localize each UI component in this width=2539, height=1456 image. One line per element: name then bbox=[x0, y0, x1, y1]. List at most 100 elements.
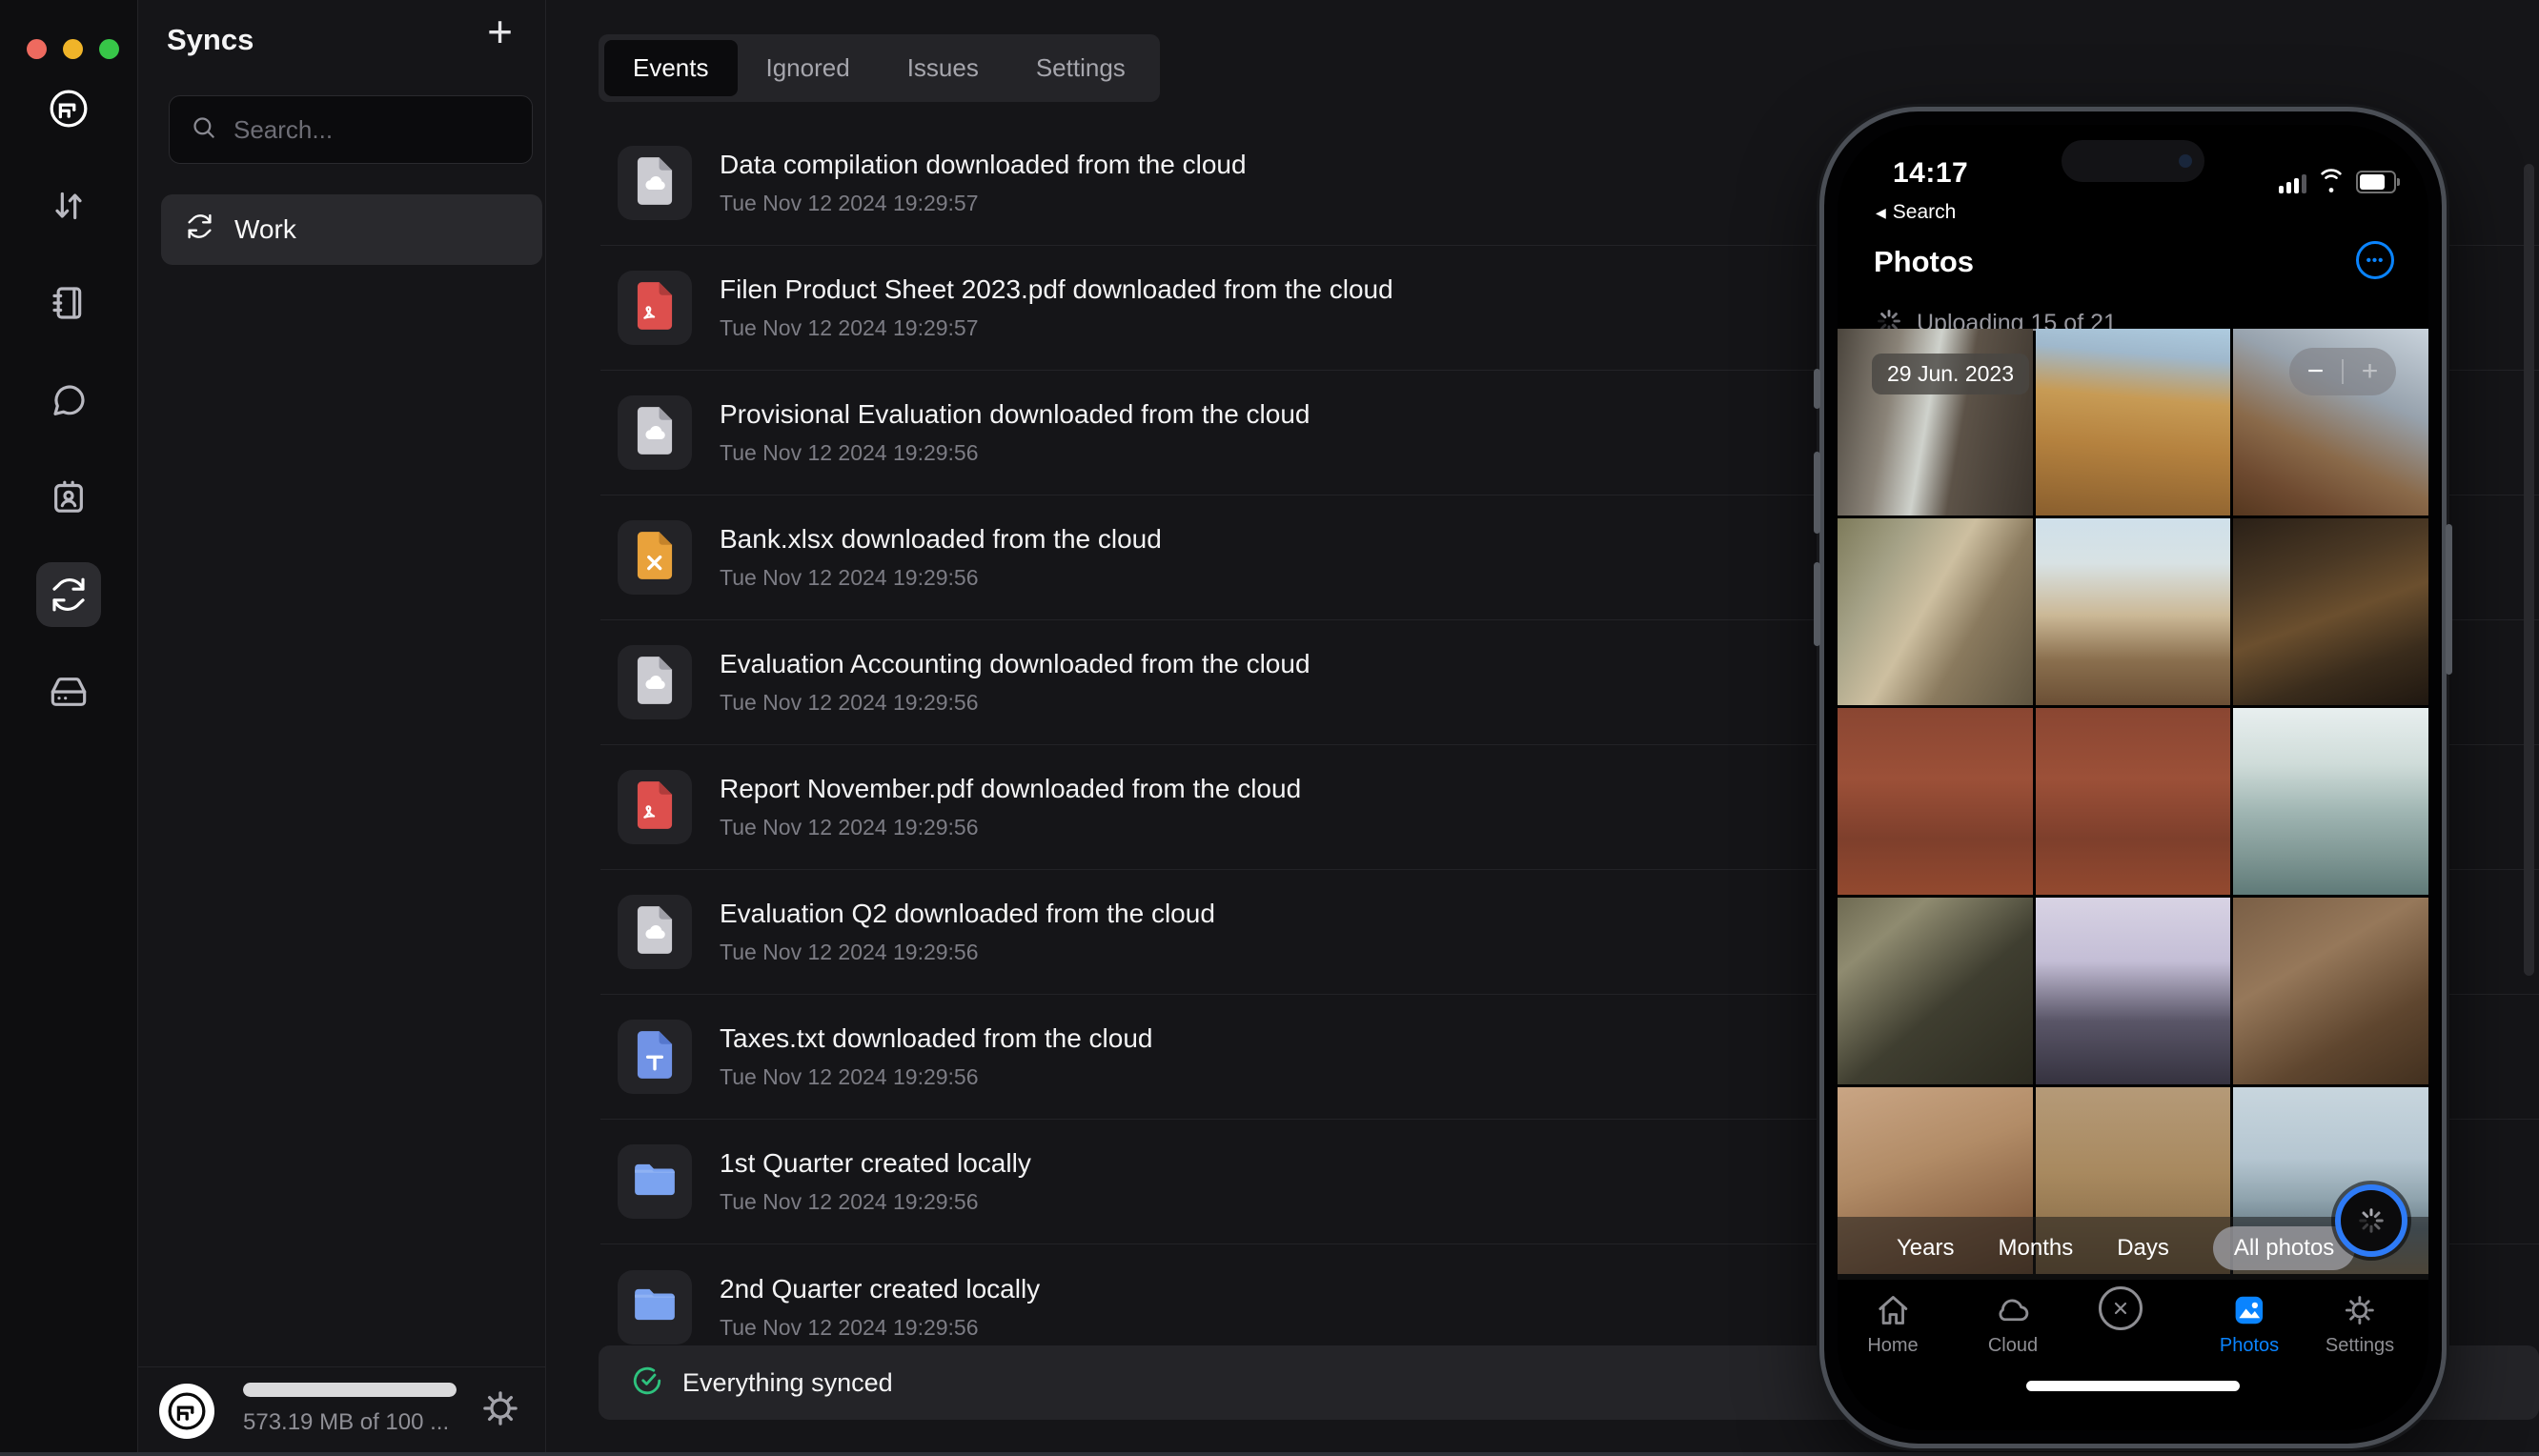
sidebar-item-mounts[interactable] bbox=[36, 659, 101, 724]
file-icon-tile bbox=[618, 271, 692, 345]
event-timestamp: Tue Nov 12 2024 19:29:56 bbox=[720, 1064, 979, 1089]
file-icon-tile bbox=[618, 1269, 692, 1345]
file-icon-tile bbox=[618, 1020, 692, 1094]
sidebar-item-contacts[interactable] bbox=[36, 465, 101, 530]
phone-screen: 14:17 ◀ Search Photos ••• Uploading 15 o… bbox=[1838, 125, 2428, 1430]
photo-thumbnail[interactable] bbox=[2035, 329, 2231, 516]
photo-thumbnail[interactable] bbox=[2035, 708, 2231, 895]
event-title: Evaluation Accounting downloaded from th… bbox=[720, 649, 1310, 678]
zoom-out-icon[interactable]: − bbox=[2289, 355, 2342, 388]
tab-cloud[interactable]: Cloud bbox=[1988, 1291, 2038, 1357]
phone-action-button bbox=[1814, 369, 1820, 409]
photo-thumbnail[interactable] bbox=[2035, 518, 2231, 705]
view-option-days[interactable]: Days bbox=[2117, 1235, 2169, 1262]
events-tab-bar: Events Ignored Issues Settings bbox=[599, 34, 1160, 102]
sidebar-item-syncs[interactable] bbox=[36, 562, 101, 627]
sidebar-item-notes[interactable] bbox=[36, 271, 101, 335]
x-circle-icon bbox=[2099, 1285, 2143, 1331]
sidebar-title: Syncs bbox=[167, 23, 254, 56]
event-timestamp: Tue Nov 12 2024 19:29:56 bbox=[720, 940, 979, 964]
photo-thumbnail[interactable] bbox=[1838, 898, 2033, 1084]
photo-thumbnail[interactable] bbox=[2233, 898, 2428, 1084]
event-timestamp: Tue Nov 12 2024 19:29:56 bbox=[720, 565, 979, 590]
tab-home[interactable]: Home bbox=[1867, 1291, 1919, 1357]
event-title: Data compilation downloaded from the clo… bbox=[720, 150, 1247, 179]
event-timestamp: Tue Nov 12 2024 19:29:57 bbox=[720, 315, 979, 340]
event-timestamp: Tue Nov 12 2024 19:29:56 bbox=[720, 1314, 979, 1340]
view-option-months[interactable]: Months bbox=[1999, 1235, 2074, 1262]
sidebar-footer: 573.19 MB of 100 ... bbox=[138, 1366, 545, 1456]
cancel-sync-button[interactable] bbox=[2099, 1285, 2143, 1337]
app-window: Syncs + Work bbox=[0, 0, 2539, 1456]
search-input[interactable] bbox=[232, 113, 555, 146]
tab-settings[interactable]: Settings bbox=[2326, 1291, 2394, 1357]
syncs-sidebar: Syncs + Work bbox=[138, 0, 555, 1456]
file-icon-tile bbox=[618, 395, 692, 470]
battery-icon bbox=[2356, 171, 2400, 193]
wifi-icon bbox=[2318, 166, 2345, 193]
photo-thumbnail[interactable] bbox=[2233, 708, 2428, 895]
photo-thumbnail[interactable] bbox=[2233, 518, 2428, 705]
photo-thumbnail[interactable] bbox=[1838, 518, 2033, 705]
file-file-icon bbox=[635, 406, 675, 460]
minimize-window-button[interactable] bbox=[63, 39, 83, 59]
zoom-window-button[interactable] bbox=[99, 39, 119, 59]
sidebar-item-filen-logo[interactable] bbox=[36, 76, 101, 141]
tab-events[interactable]: Events bbox=[604, 40, 738, 96]
phone-volume-up-button bbox=[1814, 452, 1820, 534]
view-option-all-photos[interactable]: All photos bbox=[2212, 1226, 2356, 1270]
event-timestamp: Tue Nov 12 2024 19:29:56 bbox=[720, 690, 979, 715]
sidebar-item-chats[interactable] bbox=[36, 368, 101, 433]
tab-settings[interactable]: Settings bbox=[1007, 40, 1154, 96]
file-icon-tile bbox=[618, 520, 692, 595]
pdf-file-icon bbox=[635, 780, 675, 835]
tab-ignored[interactable]: Ignored bbox=[738, 40, 879, 96]
photo-grid bbox=[1838, 329, 2428, 1274]
close-window-button[interactable] bbox=[27, 39, 47, 59]
event-title: Evaluation Q2 downloaded from the cloud bbox=[720, 899, 1215, 928]
file-file-icon bbox=[635, 656, 675, 710]
photo-thumbnail[interactable] bbox=[1838, 708, 2033, 895]
front-camera bbox=[2179, 154, 2192, 168]
tab-photos[interactable]: Photos bbox=[2220, 1291, 2279, 1357]
file-icon-tile bbox=[618, 770, 692, 844]
photo-thumbnail[interactable] bbox=[2035, 898, 2231, 1084]
hard-drive-icon bbox=[50, 673, 88, 711]
xlsx-file-icon bbox=[635, 531, 675, 585]
home-indicator[interactable] bbox=[2026, 1381, 2240, 1391]
event-title: 2nd Quarter created locally bbox=[720, 1273, 1041, 1304]
event-title: 1st Quarter created locally bbox=[720, 1148, 1031, 1178]
tab-issues[interactable]: Issues bbox=[879, 40, 1007, 96]
sidebar-item-transfers[interactable] bbox=[36, 173, 101, 238]
events-scrollbar[interactable] bbox=[2524, 164, 2534, 976]
photos-more-button[interactable]: ••• bbox=[2356, 241, 2394, 279]
search-icon bbox=[191, 114, 216, 145]
phone-status-icons bbox=[2279, 169, 2400, 193]
txt-file-icon bbox=[635, 1030, 675, 1084]
file-file-icon bbox=[635, 156, 675, 211]
sync-arrows-icon bbox=[50, 576, 88, 614]
event-timestamp: Tue Nov 12 2024 19:29:57 bbox=[720, 191, 979, 215]
event-timestamp: Tue Nov 12 2024 19:29:56 bbox=[720, 440, 979, 465]
account-avatar[interactable] bbox=[159, 1384, 214, 1439]
event-timestamp: Tue Nov 12 2024 19:29:56 bbox=[720, 815, 979, 839]
photo-sync-button[interactable] bbox=[2335, 1184, 2407, 1257]
view-option-years[interactable]: Years bbox=[1897, 1235, 1955, 1262]
left-rail bbox=[0, 0, 138, 1456]
phone-volume-down-button bbox=[1814, 562, 1820, 646]
file-file-icon bbox=[635, 905, 675, 960]
zoom-in-icon[interactable]: + bbox=[2344, 355, 2396, 388]
file-icon-tile bbox=[618, 895, 692, 969]
home-icon bbox=[1867, 1291, 1918, 1329]
sync-item-work[interactable]: Work bbox=[161, 194, 542, 265]
photo-date-label: 29 Jun. 2023 bbox=[1872, 354, 2030, 394]
cloud-icon bbox=[1988, 1291, 2038, 1329]
storage-usage-text: 573.19 MB of 100 ... bbox=[243, 1409, 450, 1435]
file-icon-tile bbox=[618, 146, 692, 220]
photos-icon bbox=[2220, 1291, 2279, 1329]
search-box[interactable] bbox=[169, 95, 555, 164]
grid-zoom-control[interactable]: − + bbox=[2289, 348, 2396, 395]
add-sync-button[interactable]: + bbox=[487, 10, 513, 53]
back-to-search-link[interactable]: ◀ Search bbox=[1876, 201, 1956, 224]
settings-gear-icon[interactable] bbox=[480, 1388, 520, 1433]
